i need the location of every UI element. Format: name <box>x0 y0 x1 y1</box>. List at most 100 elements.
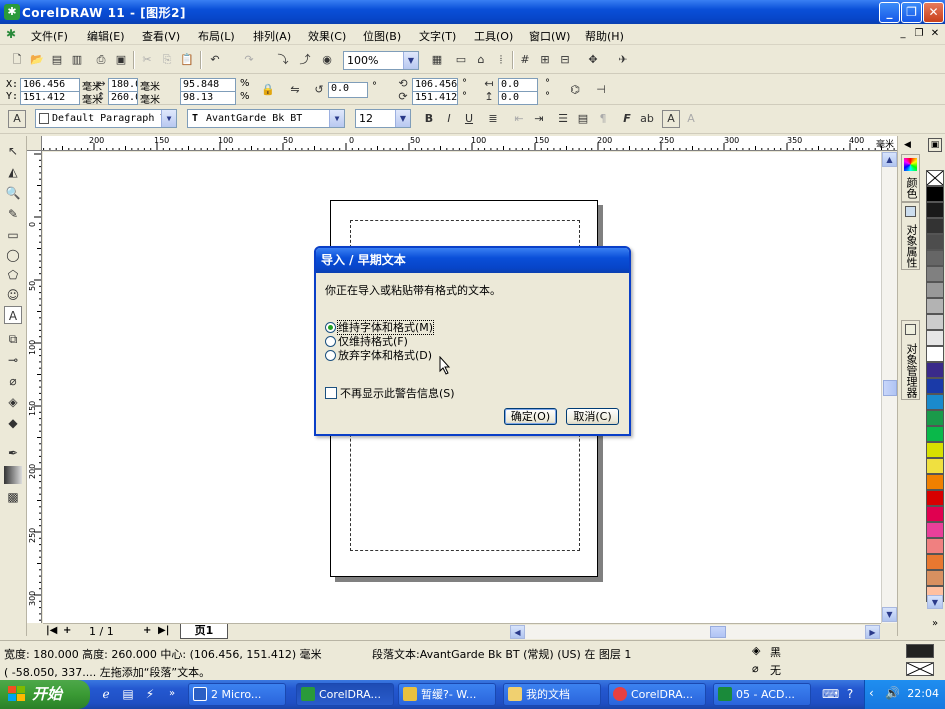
dont-show-again-checkbox[interactable]: 不再显示此警告信息(S) <box>325 385 455 401</box>
export-icon[interactable]: ⤴ <box>296 51 314 69</box>
menu-text[interactable]: 文字(T) <box>419 28 456 44</box>
desktop-icon[interactable]: ▤ <box>120 686 136 702</box>
basic-shapes-icon[interactable]: ☺ <box>4 286 22 304</box>
task-coreldraw-1[interactable]: CorelDRA... <box>296 683 394 706</box>
color-swatch[interactable] <box>926 298 944 314</box>
color-swatch[interactable] <box>926 362 944 378</box>
color-swatch[interactable] <box>926 314 944 330</box>
color-swatch[interactable] <box>926 490 944 506</box>
increase-indent-icon[interactable]: ⇥ <box>530 110 548 128</box>
task-my-documents[interactable]: 我的文档 <box>503 683 601 706</box>
doc-restore-button[interactable]: ❐ <box>912 28 926 41</box>
snap-guidelines-icon[interactable]: ⊞ <box>536 51 554 69</box>
print-icon[interactable]: ⎙ <box>92 51 110 69</box>
ellipse-tool-icon[interactable]: ◯ <box>4 246 22 264</box>
menu-layout[interactable]: 布局(L) <box>198 28 235 44</box>
eyedropper-tool-icon[interactable]: ⊸ <box>4 351 22 369</box>
scroll-right-button[interactable]: ▶ <box>865 625 880 639</box>
snap-grid-icon[interactable]: # <box>516 51 534 69</box>
italic-icon[interactable]: I <box>440 110 458 128</box>
chevron-down-icon[interactable]: ▼ <box>161 110 176 127</box>
snap-objects-icon[interactable]: ⊟ <box>556 51 574 69</box>
underline-icon[interactable]: U <box>460 110 478 128</box>
color-swatch[interactable] <box>926 330 944 346</box>
color-swatch[interactable] <box>926 458 944 474</box>
color-swatch[interactable] <box>926 410 944 426</box>
menu-bitmaps[interactable]: 位图(B) <box>363 28 401 44</box>
menu-effects[interactable]: 效果(C) <box>308 28 346 44</box>
docker-tab-object-properties[interactable]: 对象属性 <box>901 202 920 270</box>
horizontal-ruler[interactable]: 200 150 100 50 0 50 100 150 200 250 300 … <box>27 136 897 151</box>
horizontal-scrollbar[interactable]: ◀ ▶ <box>510 625 880 639</box>
full-screen-preview-icon[interactable]: ▦ <box>428 51 446 69</box>
application-launcher-icon[interactable]: ◉ <box>318 51 336 69</box>
color-swatch[interactable] <box>926 282 944 298</box>
docker-tab-object-manager[interactable]: 对象管理器 <box>901 320 920 400</box>
menu-view[interactable]: 查看(V) <box>142 28 180 44</box>
rotation-field[interactable]: 0.0 <box>328 82 368 98</box>
text-style-icon[interactable]: A <box>8 110 26 128</box>
task-word[interactable]: 2 Micro... <box>188 683 286 706</box>
ok-button[interactable]: 确定(O) <box>504 408 557 425</box>
offset-x-field[interactable]: 0.0 <box>498 78 538 92</box>
last-page-icon[interactable]: ▶| <box>158 625 169 636</box>
gradient-fill-icon[interactable] <box>4 466 22 484</box>
chevron-down-icon[interactable]: ▼ <box>329 110 344 127</box>
center-y-field[interactable]: 151.412 <box>412 91 458 105</box>
menu-tools[interactable]: 工具(O) <box>474 28 513 44</box>
task-acdsee[interactable]: 05 - ACD... <box>713 683 811 706</box>
pick-tool-icon[interactable]: ↖ <box>4 142 22 160</box>
add-page-after-icon[interactable]: + <box>143 625 151 636</box>
menu-arrange[interactable]: 排列(A) <box>253 28 291 44</box>
wrap-text-icon[interactable]: ⊣ <box>592 81 610 99</box>
media-icon[interactable]: ⚡ <box>142 686 158 702</box>
menu-help[interactable]: 帮助(H) <box>585 28 624 44</box>
x-position-field[interactable]: 106.456 <box>20 78 80 92</box>
ie-icon[interactable]: ℯ <box>98 686 114 702</box>
add-page-before-icon[interactable]: + <box>63 625 71 636</box>
color-swatch[interactable] <box>926 346 944 362</box>
chevron-down-icon[interactable]: ▼ <box>395 110 410 127</box>
save-icon[interactable]: ▤ <box>48 51 66 69</box>
palette-expand-icon[interactable]: » <box>925 618 945 632</box>
width-field[interactable]: 180.0 <box>108 78 138 92</box>
grid-icon[interactable]: ⌂ <box>472 51 490 69</box>
bold-icon[interactable]: B <box>420 110 438 128</box>
horizontal-scroll-thumb[interactable] <box>710 626 726 638</box>
close-button[interactable]: ✕ <box>923 2 944 23</box>
volume-icon[interactable]: 🔊 <box>885 686 900 700</box>
scale-y-field[interactable]: 98.13 <box>180 91 236 105</box>
text-tool-icon[interactable]: A <box>4 306 22 324</box>
zoom-tool-icon[interactable]: 🔍 <box>4 184 22 202</box>
keyboard-icon[interactable]: ⌨ <box>822 686 839 702</box>
color-swatch[interactable] <box>926 442 944 458</box>
chevron-down-icon[interactable]: ▼ <box>403 52 418 69</box>
font-combo[interactable]: T AvantGarde Bk BT ▼ <box>187 109 345 128</box>
fill-swatch[interactable] <box>906 644 934 658</box>
center-x-field[interactable]: 106.456 <box>412 78 458 92</box>
paragraph-style-combo[interactable]: Default Paragraph T ▼ <box>35 109 177 128</box>
outline-tool-icon[interactable]: ⌀ <box>4 372 22 390</box>
minimize-button[interactable]: _ <box>879 2 900 23</box>
color-swatch[interactable] <box>926 474 944 490</box>
decrease-indent-icon[interactable]: ⇤ <box>510 110 528 128</box>
ruler-origin[interactable] <box>27 136 42 151</box>
alignment-icon[interactable]: ≣ <box>484 110 502 128</box>
checkbox[interactable] <box>325 387 337 399</box>
mirror-icon[interactable]: ⇋ <box>286 81 304 99</box>
color-swatch[interactable] <box>926 522 944 538</box>
menu-edit[interactable]: 编辑(E) <box>87 28 125 44</box>
document-menu-icon[interactable]: ✱ <box>6 27 20 41</box>
start-button[interactable]: 开始 <box>0 680 90 709</box>
offset-y-field[interactable]: 0.0 <box>498 91 538 105</box>
first-page-icon[interactable]: |◀ <box>46 625 57 636</box>
radio-discard-fonts-formatting[interactable]: 放弃字体和格式(D) <box>325 347 432 363</box>
pen-icon[interactable]: ✒ <box>4 444 22 462</box>
docker-tab-color[interactable]: 颜色 <box>901 154 920 202</box>
rulers-icon[interactable]: ▭ <box>452 51 470 69</box>
scroll-down-button[interactable]: ▼ <box>882 607 897 622</box>
color-swatch[interactable] <box>926 570 944 586</box>
guidelines-icon[interactable]: ⦙ <box>492 51 510 69</box>
color-swatch[interactable] <box>926 234 944 250</box>
scroll-left-button[interactable]: ◀ <box>510 625 525 639</box>
